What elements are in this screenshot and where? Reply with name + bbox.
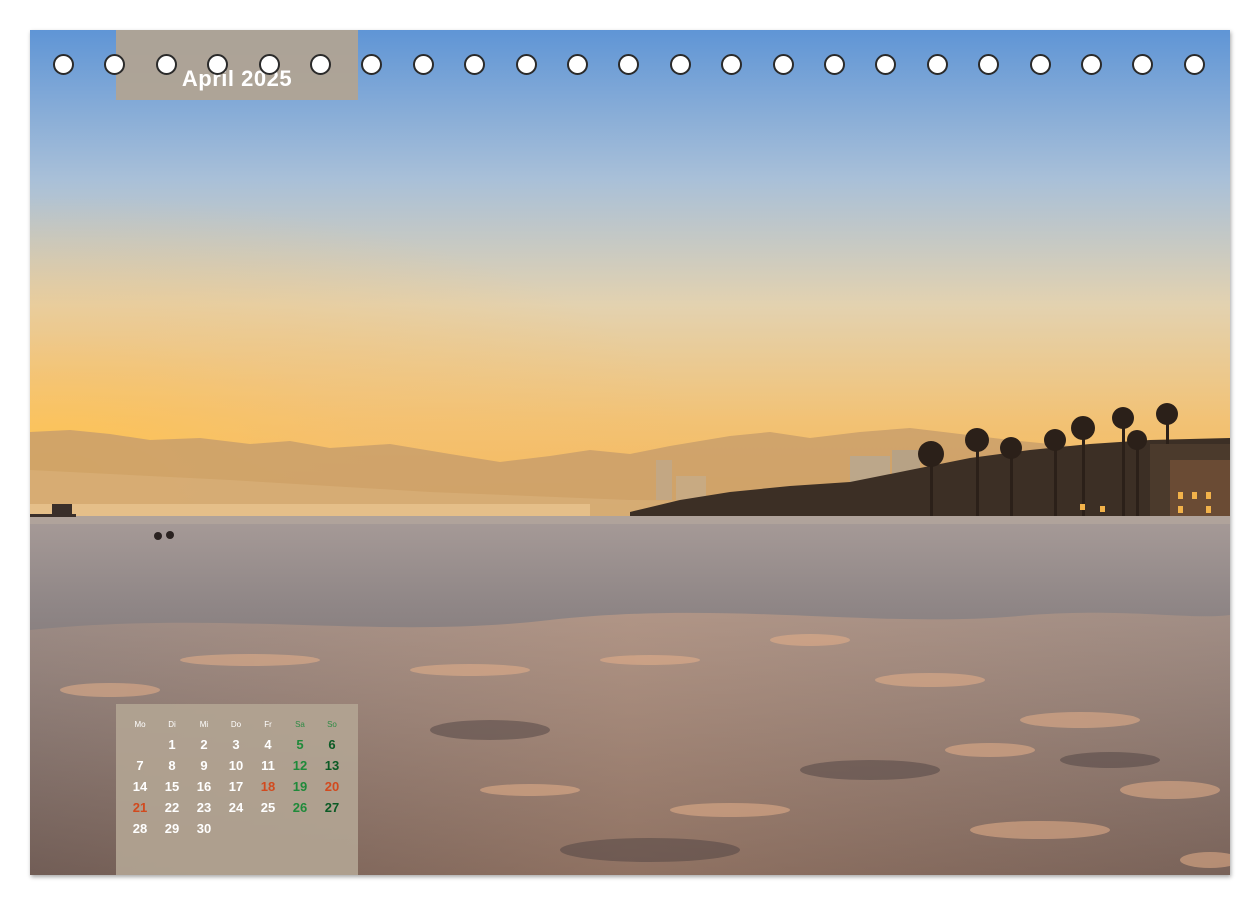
calendar-day: 7: [136, 758, 144, 773]
calendar-day: 8: [168, 758, 176, 773]
binding-hole: [1132, 54, 1154, 75]
binding-hole: [721, 54, 743, 75]
calendar-day: 29: [164, 821, 180, 836]
binding-hole: [567, 54, 588, 75]
weekday-label: Sa: [295, 720, 305, 729]
calendar-day: 4: [264, 737, 272, 752]
binding-hole: [875, 54, 897, 75]
calendar-page: April 2025 Mo Di Mi Do Fr Sa So 12345678…: [30, 30, 1230, 875]
calendar-day: 26: [292, 800, 308, 815]
binding-hole: [53, 54, 74, 75]
weekday-label: Mi: [199, 720, 209, 729]
calendar-day: 27: [324, 800, 340, 815]
binding-hole: [515, 54, 537, 75]
calendar-day: 25: [260, 800, 276, 815]
weekday-label: Mo: [134, 720, 146, 729]
calendar-week-row: 1 2 3 4 5 6: [124, 735, 350, 755]
binding-hole: [618, 54, 640, 75]
calendar-day: 12: [292, 758, 308, 773]
weekday-label: Do: [230, 720, 242, 729]
calendar-week-row: 21 22 23 24 25 26 27: [124, 798, 350, 818]
calendar-day: 16: [196, 779, 212, 794]
binding-holes: [30, 30, 1230, 110]
calendar-day: 19: [292, 779, 308, 794]
calendar-day: 15: [164, 779, 180, 794]
weekday-label: So: [327, 720, 337, 729]
calendar-day: 2: [200, 737, 208, 752]
calendar-day: 24: [228, 800, 244, 815]
binding-hole: [1029, 54, 1051, 75]
binding-hole: [155, 54, 177, 75]
binding-hole: [978, 54, 1000, 75]
calendar-day: 14: [132, 779, 148, 794]
calendar-day: 5: [296, 737, 304, 752]
calendar-day: 17: [228, 779, 244, 794]
binding-hole: [310, 54, 331, 75]
binding-hole: [1183, 54, 1205, 75]
calendar-day: 10: [228, 758, 244, 773]
binding-hole: [669, 54, 691, 75]
calendar-day: 11: [261, 758, 275, 773]
binding-hole: [207, 54, 229, 75]
calendar-week-row: 28 29 30: [124, 819, 350, 839]
binding-hole: [361, 54, 383, 75]
calendar-day: 9: [200, 758, 208, 773]
weekday-label: Di: [168, 720, 176, 729]
calendar-day: 22: [164, 800, 180, 815]
binding-hole: [824, 54, 845, 75]
calendar-day: 23: [196, 800, 212, 815]
calendar-day: 18: [260, 779, 276, 794]
calendar-day: 1: [168, 737, 176, 752]
weekday-label: Fr: [264, 720, 272, 729]
calendar-day: 28: [132, 821, 148, 836]
binding-hole: [464, 54, 486, 75]
binding-hole: [772, 54, 794, 75]
binding-hole: [258, 54, 280, 75]
calendar-day: 6: [328, 737, 336, 752]
binding-hole: [104, 54, 126, 75]
calendar-day: 21: [132, 800, 148, 815]
calendar-week-row: 7 8 9 10 11 12 13: [124, 756, 350, 776]
calendar-day: 30: [196, 821, 212, 836]
mini-calendar: Mo Di Mi Do Fr Sa So 1 2 3 4 5 6 7 8 9 10 11 12 13 14…: [116, 704, 358, 875]
binding-hole: [412, 54, 434, 75]
calendar-day: 13: [324, 758, 340, 773]
calendar-day: 20: [324, 779, 340, 794]
calendar-week-row: 14 15 16 17 18 19 20: [124, 777, 350, 797]
binding-hole: [926, 54, 948, 75]
calendar-day: 3: [232, 737, 240, 752]
binding-hole: [1081, 54, 1102, 75]
weekday-header: Mo Di Mi Do Fr Sa So: [124, 714, 350, 734]
